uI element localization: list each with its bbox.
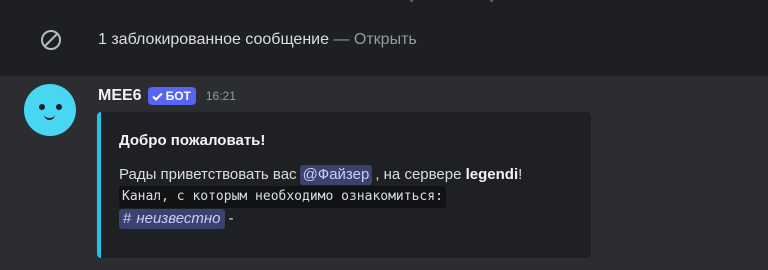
divider <box>410 0 413 2</box>
blocked-icon <box>40 29 62 51</box>
blocked-messages-row[interactable]: 1 заблокированное сообщение — Открыть <box>0 20 768 60</box>
previous-message-area <box>0 0 768 20</box>
desc-middle: , на сервере <box>375 166 462 183</box>
bot-badge: БОТ <box>147 87 196 105</box>
trailing-dash: - <box>228 210 234 227</box>
bot-badge-label: БОТ <box>165 89 191 103</box>
embed-code-line: Канал, с которым необходимо ознакомиться… <box>119 186 589 208</box>
message: MEE6 БОТ 16:21 Добро пожаловать! Рады пр… <box>0 76 768 270</box>
channel-name: неизвестно <box>136 210 221 227</box>
checkmark-icon <box>151 92 163 101</box>
channel-mention[interactable]: # неизвестно <box>119 209 225 229</box>
embed: Добро пожаловать! Рады приветствовать ва… <box>97 112 591 258</box>
inline-code: Канал, с которым необходимо ознакомиться… <box>119 186 446 208</box>
divider <box>490 0 493 2</box>
desc-suffix: ! <box>518 166 523 183</box>
hash-icon: # <box>123 210 132 227</box>
separator: — <box>333 31 350 48</box>
user-mention[interactable]: @Файзер <box>299 165 373 185</box>
message-header: MEE6 БОТ 16:21 <box>98 85 236 107</box>
embed-desc-line: Рады приветствовать вас @Файзер , на сер… <box>119 164 589 186</box>
embed-channel-line: # неизвестно - <box>119 208 589 230</box>
username[interactable]: MEE6 <box>98 87 142 105</box>
avatar-eye <box>56 104 62 110</box>
blocked-count-label: 1 заблокированное сообщение <box>98 31 329 48</box>
server-name: legendi <box>465 166 519 183</box>
embed-description: Рады приветствовать вас @Файзер , на сер… <box>119 164 589 230</box>
open-blocked-link[interactable]: Открыть <box>354 31 417 48</box>
timestamp[interactable]: 16:21 <box>206 89 236 103</box>
embed-title: Добро пожаловать! <box>119 132 266 149</box>
desc-prefix: Рады приветствовать вас <box>119 166 297 183</box>
avatar-eye <box>39 104 45 110</box>
avatar-mouth <box>44 113 55 120</box>
avatar[interactable] <box>24 84 76 136</box>
blocked-message-text: 1 заблокированное сообщение — Открыть <box>98 29 417 51</box>
